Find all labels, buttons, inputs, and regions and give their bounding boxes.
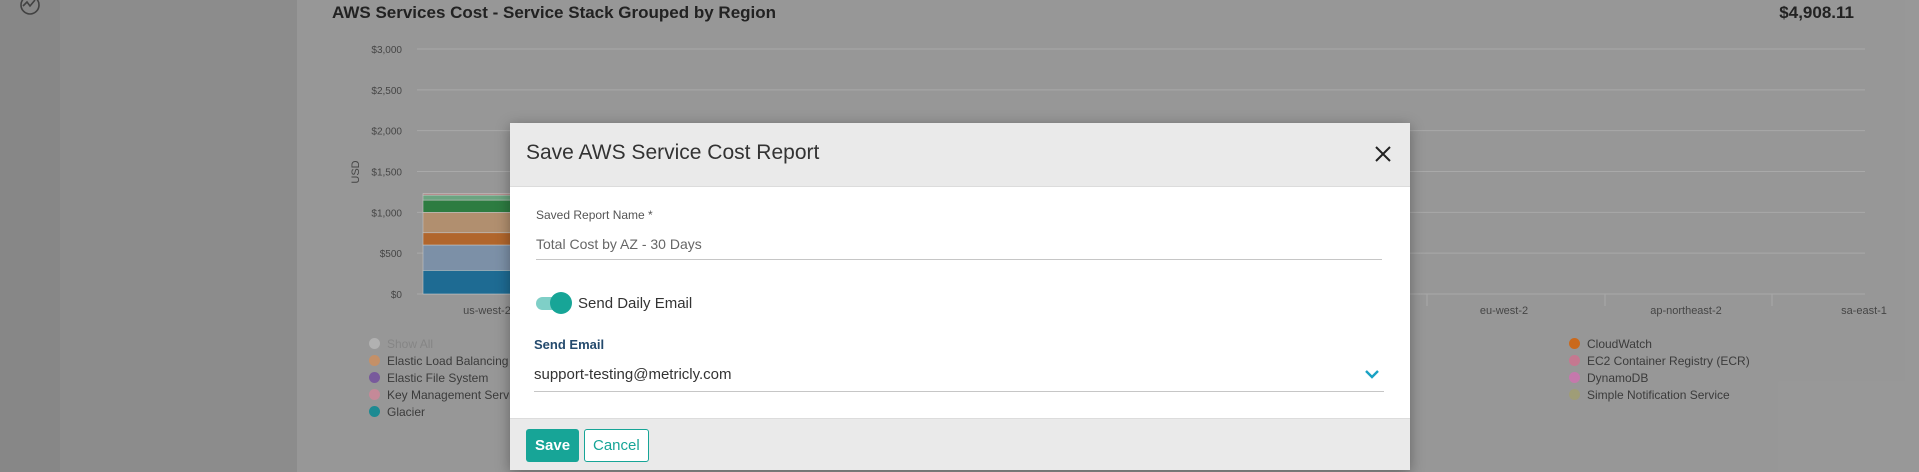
modal-footer: Save Cancel: [510, 418, 1410, 470]
daily-email-toggle[interactable]: [536, 292, 572, 314]
cancel-button[interactable]: Cancel: [584, 429, 649, 462]
daily-email-label: Send Daily Email: [578, 295, 693, 312]
report-name-label: Saved Report Name *: [536, 208, 653, 222]
modal-header: Save AWS Service Cost Report: [510, 123, 1410, 187]
report-name-input[interactable]: [536, 229, 1382, 260]
save-report-modal: Save AWS Service Cost Report Saved Repor…: [510, 123, 1410, 470]
send-email-label: Send Email: [534, 337, 605, 352]
save-button[interactable]: Save: [526, 429, 580, 462]
send-email-value: support-testing@metricly.com: [534, 366, 732, 383]
send-email-select[interactable]: support-testing@metricly.com: [534, 359, 1384, 392]
close-icon[interactable]: [1372, 143, 1394, 165]
toggle-thumb: [550, 292, 572, 314]
chevron-down-icon[interactable]: [1364, 368, 1380, 380]
modal-title: Save AWS Service Cost Report: [526, 141, 820, 164]
